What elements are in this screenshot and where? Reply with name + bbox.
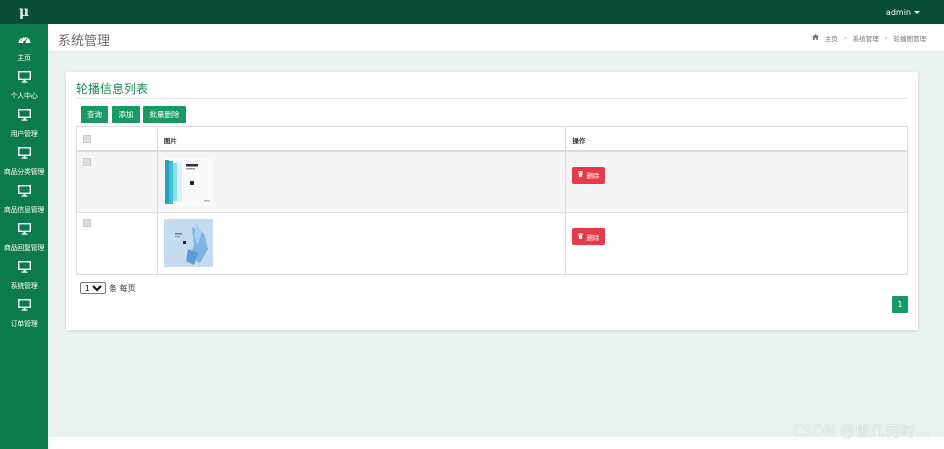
chevron-right-icon: › (843, 34, 847, 42)
table-row: 删除 (76, 150, 908, 213)
sidebar-item-label: 订单管理 (10, 320, 38, 328)
query-button[interactable]: 查询 (81, 106, 108, 123)
sidebar-item-profile[interactable]: 个人中心 (0, 62, 48, 100)
page-size-suffix: 条 每页 (109, 283, 136, 293)
monitor-icon (17, 68, 31, 87)
breadcrumb-system[interactable]: 系统管理 (853, 33, 879, 43)
batch-delete-button[interactable]: 批量删除 (143, 106, 186, 123)
add-button[interactable]: 添加 (112, 106, 140, 123)
table-header-row: 图片 操作 (76, 126, 908, 152)
trash-icon (578, 232, 584, 241)
select-all-checkbox[interactable] (83, 135, 91, 143)
sidebar-item-orders[interactable]: 订单管理 (0, 290, 48, 328)
monitor-icon (17, 182, 31, 201)
sidebar-item-categories[interactable]: 商品分类管理 (0, 138, 48, 176)
column-header-image: 图片 (156, 126, 567, 152)
sidebar: 主页 个人中心 用户管理 商品分类管理 商品信息管理 商品回复管理 系统管理 订… (0, 24, 48, 449)
page-title: 系统管理 (58, 34, 111, 49)
watermark: CSDN @曾几何时… (792, 422, 930, 440)
sidebar-item-replies[interactable]: 商品回复管理 (0, 214, 48, 252)
trash-icon (578, 171, 584, 179)
sidebar-item-users[interactable]: 用户管理 (0, 100, 48, 138)
product-abstract-image (163, 219, 213, 267)
row-checkbox[interactable] (83, 157, 91, 166)
home-icon (811, 34, 819, 42)
select-all-cell (76, 126, 158, 152)
page-size-control: 10 条 每页 (80, 282, 136, 294)
sidebar-item-system[interactable]: 系统管理 (0, 252, 48, 290)
breadcrumb-current: 轮播图管理 (893, 35, 927, 43)
table-row: 删除 (76, 212, 908, 275)
caret-down-icon (914, 10, 920, 14)
carousel-list-card: 轮播信息列表 查询 添加 批量删除 图片 操作 删除 删除 10 条 每页 1 (66, 72, 918, 330)
delete-button[interactable]: 删除 (572, 228, 606, 245)
monitor-icon (17, 144, 31, 163)
breadcrumb-home[interactable]: 主页 (825, 33, 838, 43)
divider (76, 98, 908, 99)
user-menu[interactable]: admin (886, 0, 920, 24)
page-1-button[interactable]: 1 (892, 296, 908, 313)
app-logo[interactable]: μ (0, 0, 48, 24)
page-size-select[interactable]: 10 (80, 282, 106, 294)
delete-label: 删除 (586, 173, 600, 180)
monitor-icon (17, 296, 31, 315)
sidebar-item-products[interactable]: 商品信息管理 (0, 176, 48, 214)
monitor-icon (17, 258, 31, 277)
dashboard-icon (18, 30, 31, 49)
top-bar: μ admin (0, 0, 944, 24)
card-title: 轮播信息列表 (76, 82, 149, 96)
monitor-icon (17, 106, 31, 125)
column-header-action: 操作 (565, 126, 908, 152)
delete-button[interactable]: 删除 (572, 166, 606, 184)
breadcrumb: 主页 › 系统管理 › 轮播图管理 (811, 33, 927, 43)
delete-label: 删除 (586, 234, 600, 242)
page-header: 系统管理 主页 › 系统管理 › 轮播图管理 (48, 24, 944, 52)
chevron-right-icon: › (884, 34, 888, 42)
user-name: admin (885, 7, 911, 17)
product-phone-image (163, 157, 213, 206)
sidebar-item-home[interactable]: 主页 (0, 24, 48, 62)
monitor-icon (17, 220, 31, 239)
carousel-table: 图片 操作 删除 删除 (76, 126, 908, 275)
row-checkbox[interactable] (83, 219, 91, 227)
